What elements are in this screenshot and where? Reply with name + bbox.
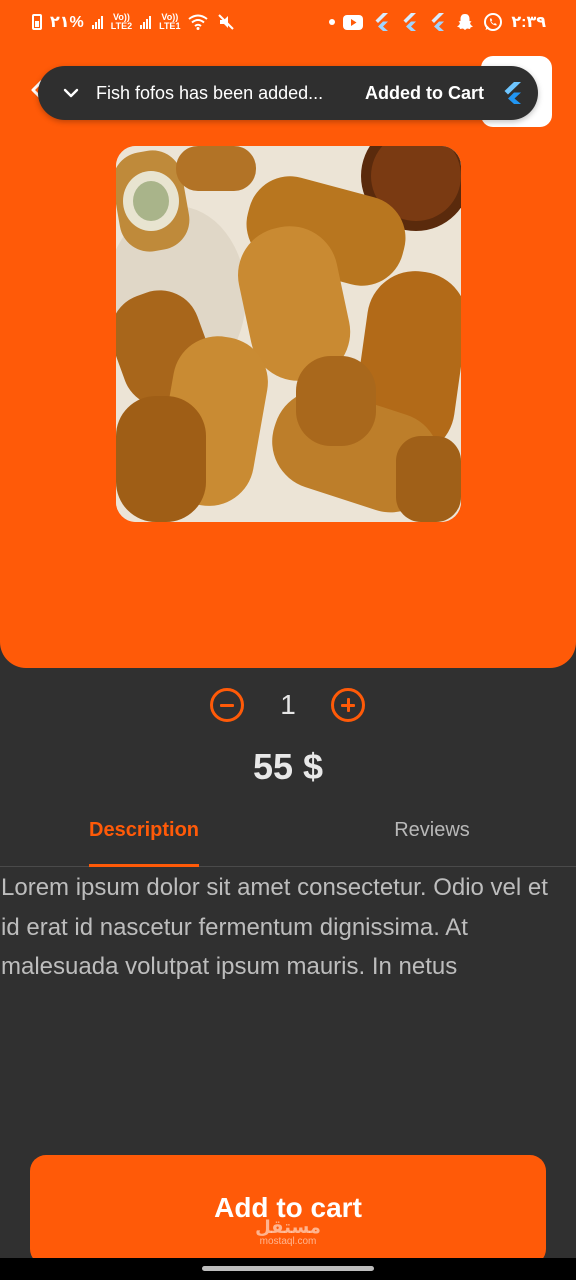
notification-dot xyxy=(329,19,336,25)
snackbar-action[interactable]: Added to Cart xyxy=(365,83,484,104)
wifi-icon xyxy=(188,12,209,32)
flutter-icon xyxy=(502,82,522,104)
signal-icon xyxy=(91,15,103,29)
system-navigation-bar xyxy=(0,1258,576,1280)
whatsapp-icon xyxy=(483,12,503,32)
watermark-domain: mostaql.com xyxy=(259,1236,317,1247)
flutter-icon xyxy=(427,12,447,32)
details-tabs: Description Reviews xyxy=(0,806,576,867)
tab-description[interactable]: Description xyxy=(89,806,199,867)
decrease-quantity-button[interactable] xyxy=(210,688,244,722)
battery-level: ٢١% xyxy=(50,14,84,31)
product-price: 55 $ xyxy=(252,746,324,787)
increase-quantity-button[interactable] xyxy=(331,688,365,722)
status-bar-left: ٢١% Vo)) LTE2 Vo)) LTE1 xyxy=(32,12,236,32)
watermark-arabic: مستقل xyxy=(255,1217,321,1237)
battery-icon xyxy=(32,14,42,30)
chevron-down-icon[interactable] xyxy=(60,82,82,104)
product-image xyxy=(116,146,461,522)
product-description: Lorem ipsum dolor sit amet consectetur. … xyxy=(1,874,548,980)
flutter-icon xyxy=(371,12,391,32)
snackbar-message: Fish fofos has been added... xyxy=(96,82,324,103)
home-gesture-pill[interactable] xyxy=(202,1266,374,1271)
added-to-cart-snackbar[interactable]: Fish fofos has been added... Added to Ca… xyxy=(38,66,538,120)
watermark: مستقل mostaql.com xyxy=(0,1218,576,1248)
mute-icon xyxy=(216,12,236,32)
add-to-cart-button[interactable]: Add to cart xyxy=(30,1155,546,1265)
network-label-1: Vo)) LTE1 xyxy=(159,12,181,31)
status-bar: ٢١% Vo)) LTE2 Vo)) LTE1 ٢:٣٩ xyxy=(0,0,576,44)
youtube-icon xyxy=(343,12,364,32)
clock: ٢:٣٩ xyxy=(511,14,546,31)
quantity-selector: 1 xyxy=(0,684,576,726)
quantity-value: 1 xyxy=(280,689,296,720)
product-details-screen: ٢١% Vo)) LTE2 Vo)) LTE1 ٢:٣٩ Fish fofos … xyxy=(0,0,576,1280)
tab-reviews[interactable]: Reviews xyxy=(378,806,486,866)
status-bar-right: ٢:٣٩ xyxy=(329,12,546,32)
flutter-icon xyxy=(399,12,419,32)
network-label-2: Vo)) LTE2 xyxy=(110,12,133,31)
snapchat-icon xyxy=(455,12,475,32)
signal-icon xyxy=(140,15,152,29)
